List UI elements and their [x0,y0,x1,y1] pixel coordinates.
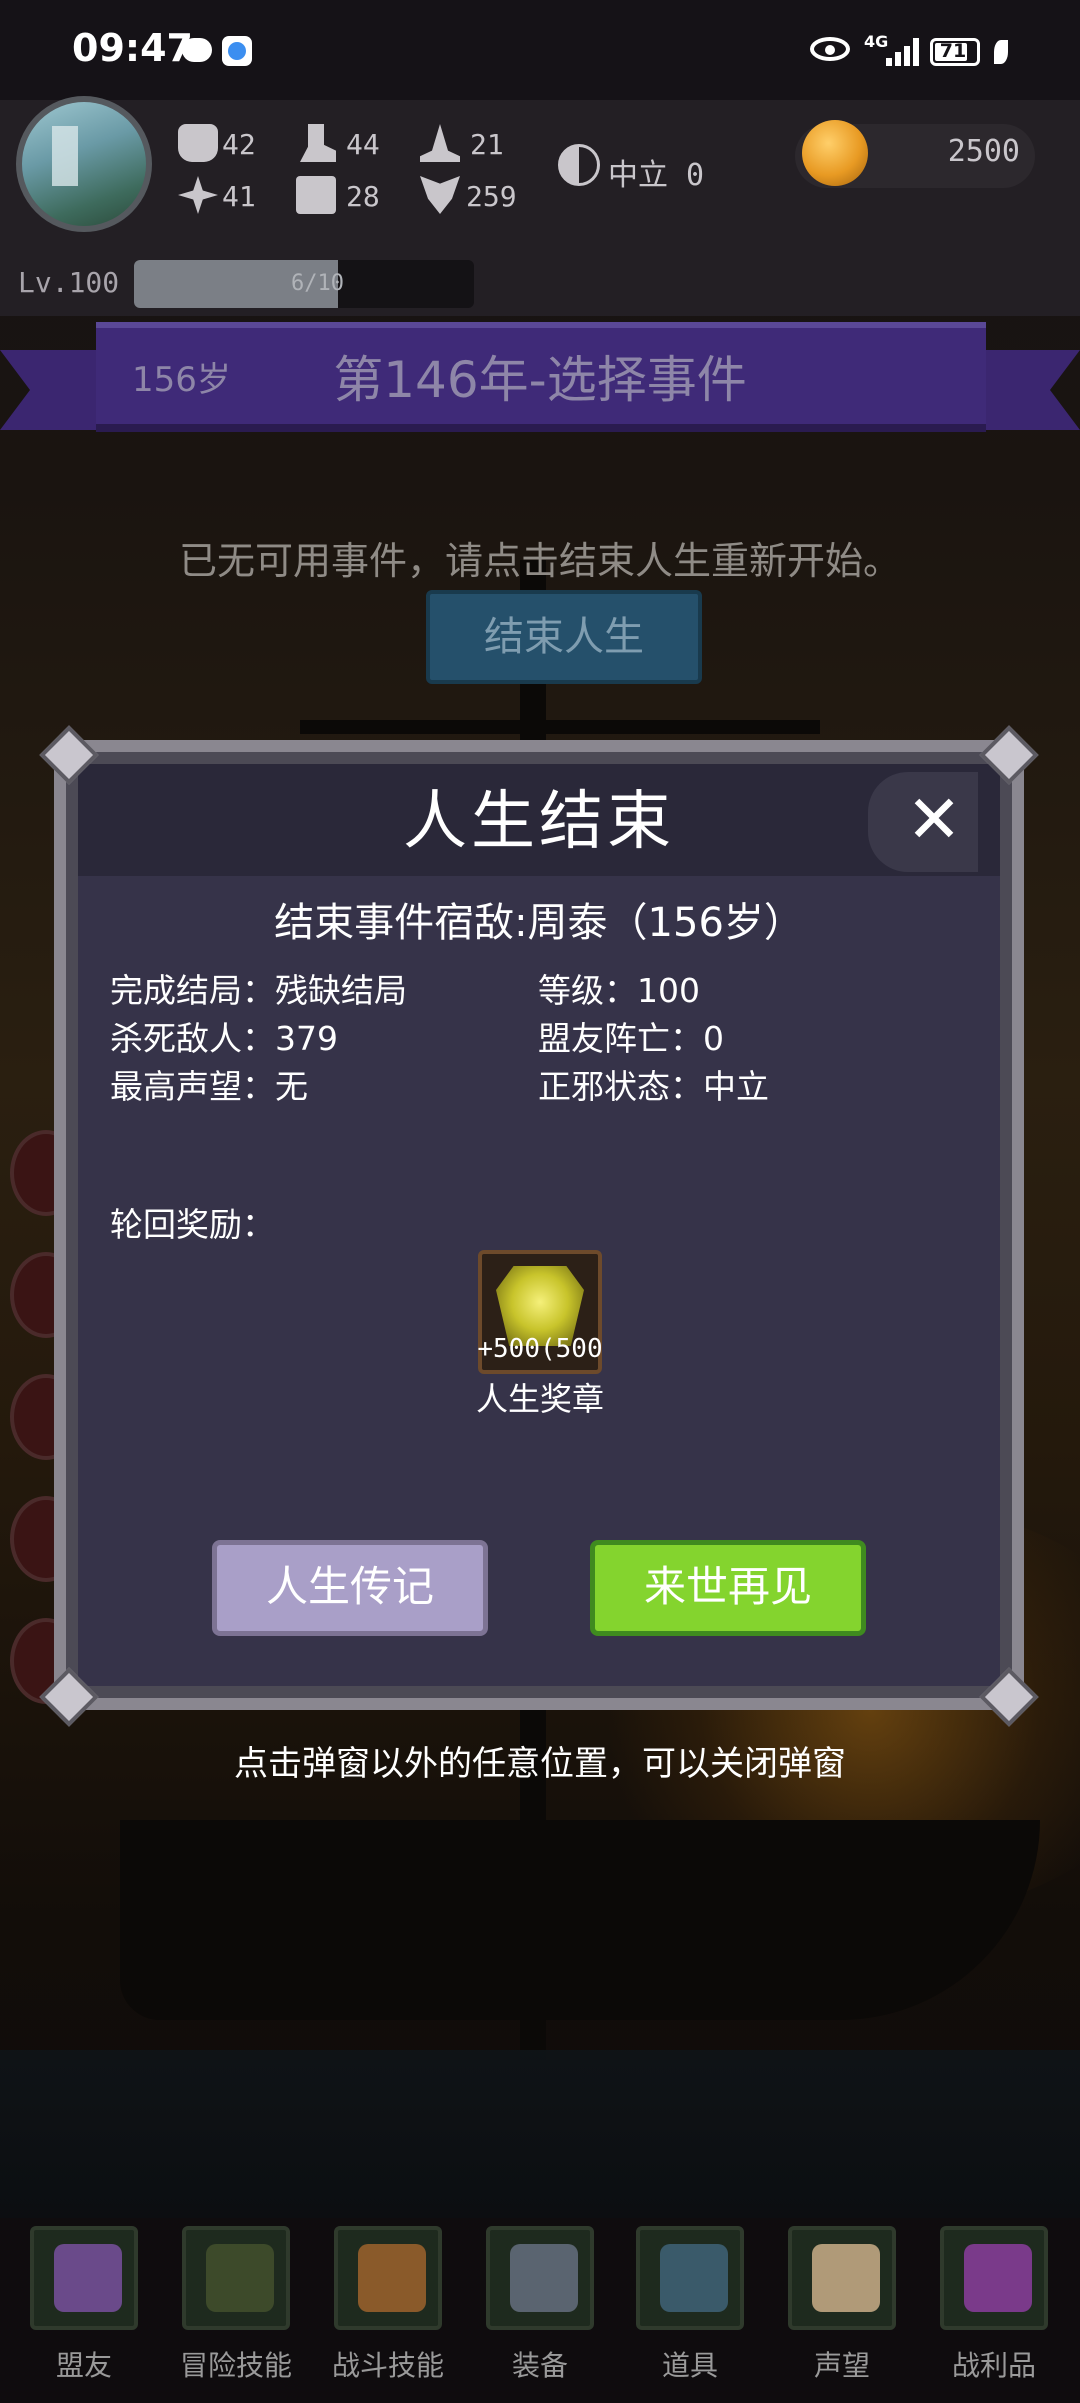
leaf-icon [994,40,1008,64]
next-life-button[interactable]: 来世再见 [590,1540,866,1636]
nav-icon-frame [486,2226,594,2330]
stat-agility: 44 [346,128,380,161]
info-reputation: 最高声望：无 [110,1067,308,1106]
nav-items[interactable]: 道具 [630,2226,750,2396]
ship-yard [300,720,820,734]
nav-label: 冒险技能 [179,2349,292,2382]
modal-title: 人生结束 [403,785,675,859]
stat-intelligence: 21 [470,128,504,161]
ship-hull [120,1820,1040,2020]
year-title: 第146年-选择事件 [333,351,747,409]
treasure-chest-icon [964,2244,1032,2312]
nav-icon-frame [636,2226,744,2330]
pouch-icon [660,2244,728,2312]
info-ally-deaths: 盟友阵亡：0 [538,1019,724,1058]
close-icon[interactable]: ✕ [904,780,964,860]
app-notification-icon [222,36,252,66]
stat-spirit: 259 [466,180,517,213]
gold-coin-icon [802,120,868,186]
stat-luck: 41 [222,180,256,213]
nav-icon-frame [30,2226,138,2330]
clock: 09:47 [72,26,193,70]
nav-loot[interactable]: 战利品 [934,2226,1054,2396]
swords-icon [510,2244,578,2312]
nav-icon-frame [334,2226,442,2330]
backpack-icon [358,2244,426,2312]
player-avatar[interactable] [16,96,152,232]
no-events-notice: 已无可用事件，请点击结束人生重新开始。 [178,539,901,583]
signal-icon [882,36,922,66]
reward-label: 轮回奖励： [110,1205,275,1244]
battery-icon: 71 [930,38,980,66]
battery-level: 71 [939,40,967,62]
scroll-icon [812,2244,880,2312]
alignment-value: 中立 0 [608,158,705,193]
stat-strength: 42 [222,128,256,161]
info-alignment: 正邪状态：中立 [538,1067,769,1106]
end-event-summary: 结束事件宿敌:周泰（156岁） [274,900,804,946]
end-life-button[interactable]: 结束人生 [426,590,702,684]
reward-name: 人生奖章 [475,1380,604,1418]
eye-icon [810,37,850,61]
info-level: 等级：100 [538,971,700,1010]
nav-adventure-skills[interactable]: 冒险技能 [176,2226,296,2396]
nav-combat-skills[interactable]: 战斗技能 [328,2226,448,2396]
nav-icon-frame [182,2226,290,2330]
yin-yang-icon [558,144,600,186]
info-ending: 完成结局：残缺结局 [110,971,407,1010]
nav-label: 战斗技能 [331,2349,444,2382]
nav-equipment[interactable]: 装备 [480,2226,600,2396]
stat-defense: 28 [346,180,380,213]
info-kills: 杀死敌人：379 [110,1019,338,1058]
nav-label: 战利品 [951,2349,1036,2382]
nav-label: 道具 [661,2349,718,2382]
nav-allies[interactable]: 盟友 [24,2226,144,2396]
nav-label: 装备 [511,2349,568,2382]
armor-icon [296,176,336,214]
book-icon [206,2244,274,2312]
nav-reputation[interactable]: 声望 [782,2226,902,2396]
reward-value: +500(500 [477,1334,603,1364]
age-label: 156岁 [132,360,231,400]
player-level: Lv.100 [18,266,120,299]
nav-label: 盟友 [55,2349,112,2382]
biography-button[interactable]: 人生传记 [212,1540,488,1636]
background-waves [0,2050,1080,2230]
xp-progress-bar: 6/10 [134,260,474,308]
close-hint: 点击弹窗以外的任意位置，可以关闭弹窗 [234,1744,846,1784]
fist-icon [178,124,218,162]
status-bar: 09:47 4G 71 [0,0,1080,100]
nav-icon-frame [940,2226,1048,2330]
chat-bubble-icon [182,38,212,62]
nav-icon-frame [788,2226,896,2330]
nav-label: 声望 [813,2349,870,2382]
handshake-icon [54,2244,122,2312]
xp-progress-text: 6/10 [291,271,344,296]
gold-amount: 2500 [947,134,1020,169]
